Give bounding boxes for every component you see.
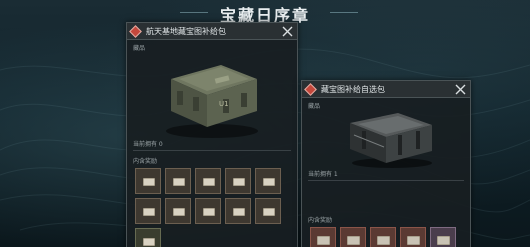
reward-slot[interactable] [310,227,336,247]
document-icon [233,208,245,216]
document-icon [143,178,155,186]
close-button[interactable] [280,24,294,38]
diamond-icon [129,24,142,38]
reward-slot[interactable] [165,168,191,194]
diamond-icon [304,82,317,96]
reward-slot[interactable] [165,198,191,224]
items-label: 藏品 [133,45,146,52]
document-icon [263,178,275,186]
document-icon [263,208,275,216]
reward-slot[interactable] [135,228,161,247]
panel-header: 航天基地藏宝图补给包 [127,23,297,40]
supply-crate-image [350,113,432,168]
document-icon [203,178,215,186]
close-button[interactable] [453,82,467,96]
document-icon [377,236,390,245]
supply-crate-image: U1 [166,65,258,138]
svg-text:U1: U1 [219,100,229,108]
reward-slot[interactable] [225,168,251,194]
close-icon [282,26,292,36]
owned-count: 当前拥有 0 [133,141,163,148]
panel-title: 航天基地藏宝图补给包 [146,26,226,36]
document-icon [203,208,215,216]
reward-slot[interactable] [340,227,366,247]
reward-slot[interactable] [255,198,281,224]
supply-pack-panel-left: 航天基地藏宝图补给包 藏品 U1 当前拥有 0 内含奖励 [126,22,298,247]
document-icon [347,236,360,245]
document-icon [143,238,155,246]
document-icon [233,178,245,186]
reward-slot[interactable] [225,198,251,224]
document-icon [317,236,330,245]
supply-pack-panel-right: 藏宝图补给自选包 藏品 当前拥有 1 内含奖励 [301,80,471,247]
reward-slot[interactable] [430,227,456,247]
divider [308,180,464,181]
reward-slot[interactable] [255,168,281,194]
close-icon [455,84,465,94]
reward-slot[interactable] [370,227,396,247]
reward-slot[interactable] [195,198,221,224]
document-icon [407,236,420,245]
owned-count: 当前拥有 1 [308,171,338,178]
panel-header: 藏宝图补给自选包 [302,81,470,98]
reward-slot[interactable] [195,168,221,194]
reward-slot[interactable] [400,227,426,247]
rewards-label: 内含奖励 [133,158,158,165]
items-label: 藏品 [308,103,321,110]
reward-slot[interactable] [135,198,161,224]
reward-slot[interactable] [135,168,161,194]
panel-title: 藏宝图补给自选包 [321,84,385,94]
rewards-label: 内含奖励 [308,217,333,224]
divider [133,150,291,151]
document-icon [173,178,185,186]
document-icon [437,236,450,245]
document-icon [173,208,185,216]
document-icon [143,208,155,216]
